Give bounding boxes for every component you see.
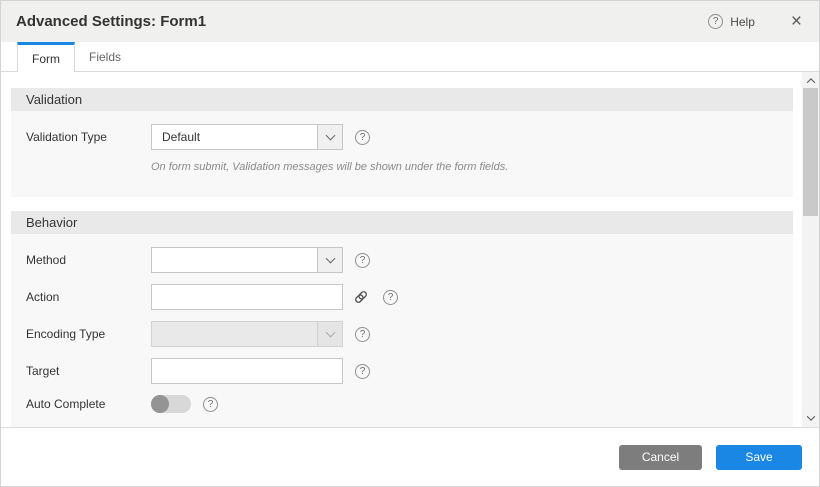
target-help-icon[interactable]: ?: [355, 364, 370, 379]
section-title-behavior: Behavior: [11, 211, 793, 234]
chevron-down-icon[interactable]: [317, 248, 342, 272]
method-select[interactable]: [151, 247, 343, 273]
action-help-icon[interactable]: ?: [383, 290, 398, 305]
settings-scroll-area: Validation Validation Type Default ? On …: [1, 72, 819, 428]
close-icon[interactable]: ×: [791, 12, 802, 31]
toggle-knob: [151, 395, 169, 413]
validation-section: Validation Validation Type Default ? On …: [11, 88, 793, 197]
action-input[interactable]: [151, 284, 343, 310]
section-title-validation: Validation: [11, 88, 793, 111]
target-label: Target: [26, 364, 151, 378]
tab-form[interactable]: Form: [17, 42, 75, 72]
validation-type-help-icon[interactable]: ?: [355, 130, 370, 145]
link-icon[interactable]: [353, 289, 369, 305]
dialog-header: Advanced Settings: Form1 ? Help ×: [1, 1, 819, 42]
encoding-type-select: [151, 321, 343, 347]
tab-bar: Form Fields: [1, 42, 819, 72]
action-label: Action: [26, 290, 151, 304]
auto-complete-row: Auto Complete ?: [26, 395, 793, 413]
save-button[interactable]: Save: [716, 445, 802, 470]
scrollbar-thumb[interactable]: [803, 88, 818, 216]
behavior-section: Behavior Method ? Action: [11, 211, 793, 428]
validation-type-value: Default: [152, 125, 317, 149]
action-row: Action ?: [26, 284, 793, 310]
method-row: Method ?: [26, 247, 793, 273]
help-icon[interactable]: ?: [708, 14, 723, 29]
auto-complete-toggle[interactable]: [151, 395, 191, 413]
validation-type-hint: On form submit, Validation messages will…: [151, 161, 793, 173]
encoding-type-label: Encoding Type: [26, 327, 151, 341]
validation-type-select[interactable]: Default: [151, 124, 343, 150]
auto-complete-label: Auto Complete: [26, 397, 151, 411]
tab-fields[interactable]: Fields: [75, 42, 135, 72]
method-label: Method: [26, 253, 151, 267]
vertical-scrollbar[interactable]: [802, 72, 819, 427]
validation-type-row: Validation Type Default ?: [26, 124, 793, 150]
target-input[interactable]: [151, 358, 343, 384]
dialog-footer: Cancel Save: [1, 428, 819, 486]
header-actions: ? Help ×: [708, 12, 802, 31]
dialog-title: Advanced Settings: Form1: [16, 13, 206, 30]
chevron-down-icon: [317, 322, 342, 346]
cancel-button[interactable]: Cancel: [619, 445, 702, 470]
advanced-settings-dialog: Advanced Settings: Form1 ? Help × Form F…: [0, 0, 820, 487]
encoding-type-help-icon[interactable]: ?: [355, 327, 370, 342]
method-help-icon[interactable]: ?: [355, 253, 370, 268]
help-link[interactable]: Help: [730, 15, 755, 29]
chevron-down-icon[interactable]: [317, 125, 342, 149]
auto-complete-help-icon[interactable]: ?: [203, 397, 218, 412]
scroll-down-icon[interactable]: [802, 410, 819, 426]
encoding-type-row: Encoding Type ?: [26, 321, 793, 347]
scroll-up-icon[interactable]: [802, 73, 819, 89]
validation-type-label: Validation Type: [26, 130, 151, 144]
target-row: Target ?: [26, 358, 793, 384]
